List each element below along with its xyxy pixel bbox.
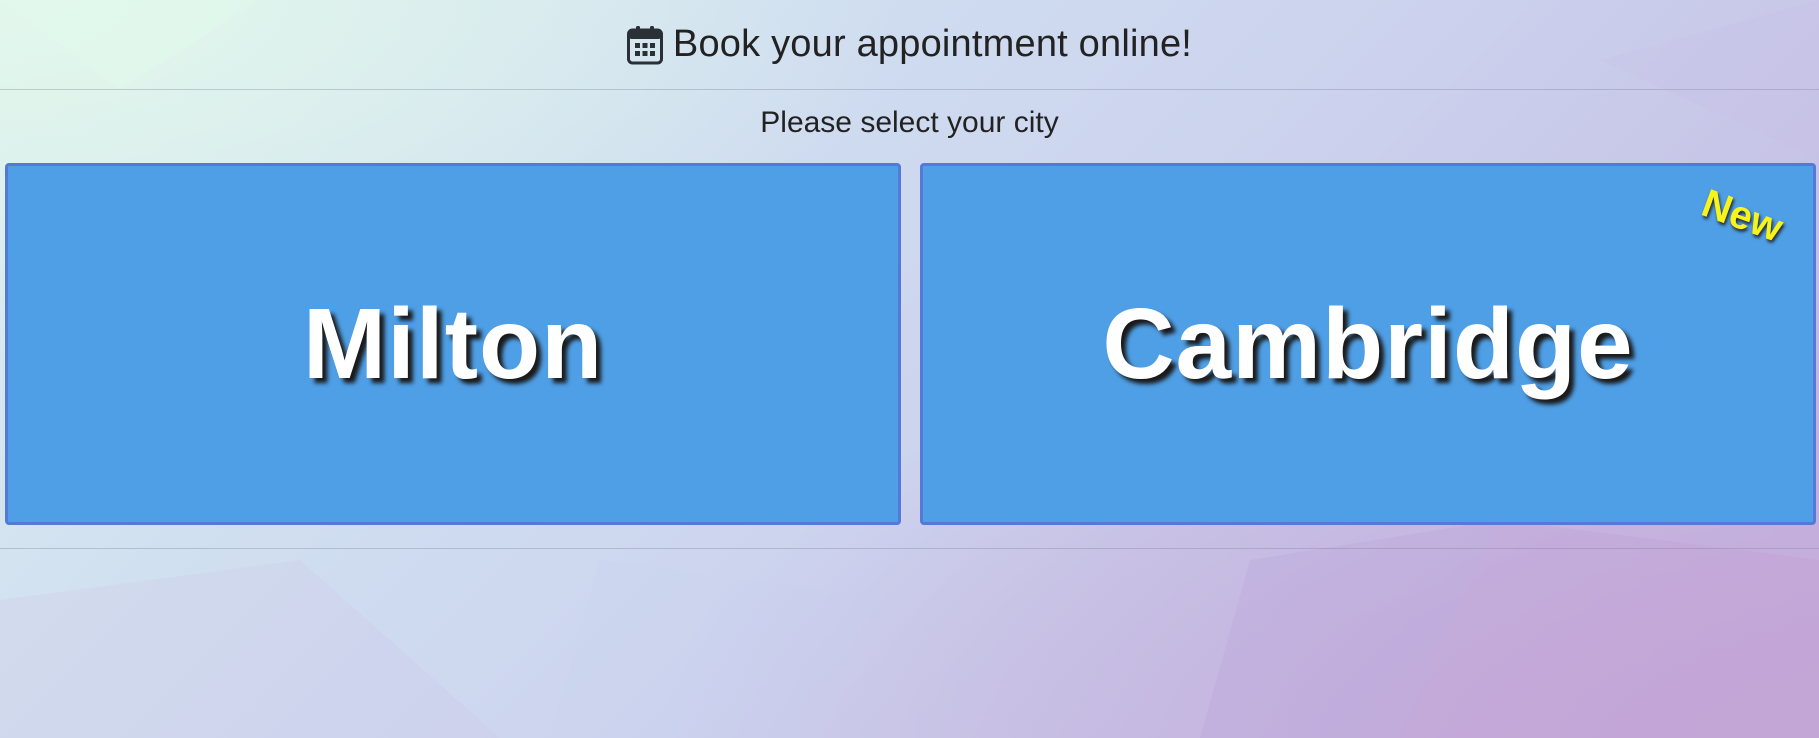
page-title: Book your appointment online!: [672, 23, 1193, 65]
city-button-milton[interactable]: Milton: [5, 163, 901, 525]
header-content: Book your appointment online!: [626, 23, 1193, 66]
city-name-label: Cambridge: [1102, 287, 1634, 400]
city-name-label: Milton: [302, 287, 604, 400]
calendar-icon: [626, 25, 663, 64]
new-badge: New: [1695, 181, 1789, 251]
page-header: Book your appointment online!: [0, 0, 1819, 90]
page-subtitle: Please select your city: [760, 106, 1059, 139]
divider: [0, 548, 1819, 549]
city-button-cambridge[interactable]: Cambridge New: [920, 163, 1816, 525]
